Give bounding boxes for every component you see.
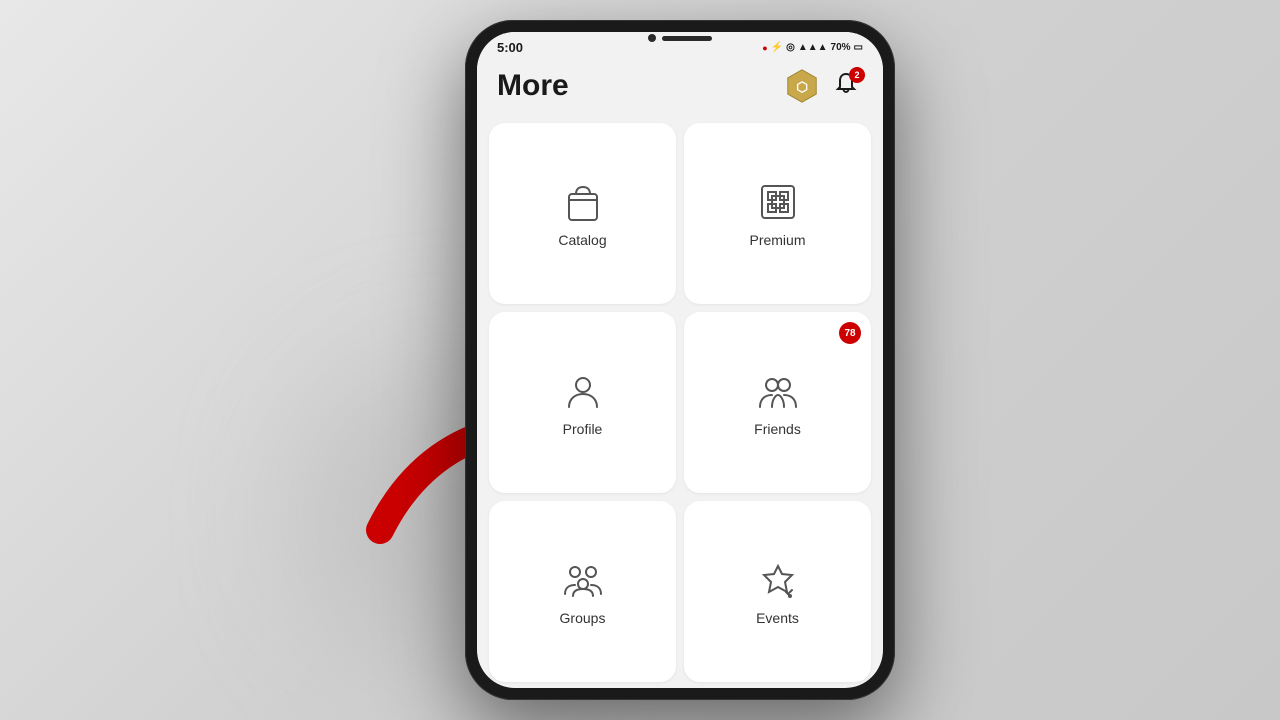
catalog-item[interactable]: Catalog [489, 123, 676, 304]
svg-text:⬡: ⬡ [796, 80, 808, 95]
premium-item[interactable]: Premium [684, 123, 871, 304]
friends-item[interactable]: 78 Friends [684, 312, 871, 493]
phone-notch [648, 34, 712, 42]
groups-label: Groups [560, 610, 606, 626]
app-title: More [497, 69, 569, 103]
hexagon-badge-icon[interactable]: ⬡ [783, 67, 821, 105]
premium-label: Premium [749, 232, 805, 248]
notification-bell[interactable]: 2 [829, 69, 863, 103]
groups-icon [561, 558, 605, 602]
friends-badge: 78 [839, 322, 861, 344]
events-icon [756, 558, 800, 602]
speaker-bar [662, 36, 712, 41]
battery-level: 70% [831, 42, 851, 53]
app-header: More ⬡ 2 [477, 59, 883, 117]
header-icons: ⬡ 2 [783, 67, 863, 105]
phone-frame: 5:00 ● ⚡ ◎ ▲▲▲ 70% ▭ More ⬡ [465, 20, 895, 700]
friends-label: Friends [754, 421, 801, 437]
events-item[interactable]: Events [684, 501, 871, 682]
premium-icon [756, 180, 800, 224]
status-time: 5:00 [497, 40, 523, 55]
profile-item[interactable]: Profile [489, 312, 676, 493]
recording-dot: ● [762, 43, 767, 53]
wifi-icon: ◎ [786, 42, 795, 53]
bluetooth-icon: ⚡ [771, 42, 783, 53]
bag-icon [561, 180, 605, 224]
battery-icon: ▭ [854, 42, 863, 53]
groups-item[interactable]: Groups [489, 501, 676, 682]
events-label: Events [756, 610, 799, 626]
camera-dot [648, 34, 656, 42]
profile-icon [561, 369, 605, 413]
profile-label: Profile [563, 421, 603, 437]
signal-icon: ▲▲▲ [798, 42, 828, 53]
friends-icon [756, 369, 800, 413]
status-icons: ● ⚡ ◎ ▲▲▲ 70% ▭ [762, 42, 863, 53]
catalog-label: Catalog [558, 232, 606, 248]
notification-badge: 2 [849, 67, 865, 83]
menu-grid: Catalog Premium [477, 117, 883, 688]
phone-screen: 5:00 ● ⚡ ◎ ▲▲▲ 70% ▭ More ⬡ [477, 32, 883, 688]
